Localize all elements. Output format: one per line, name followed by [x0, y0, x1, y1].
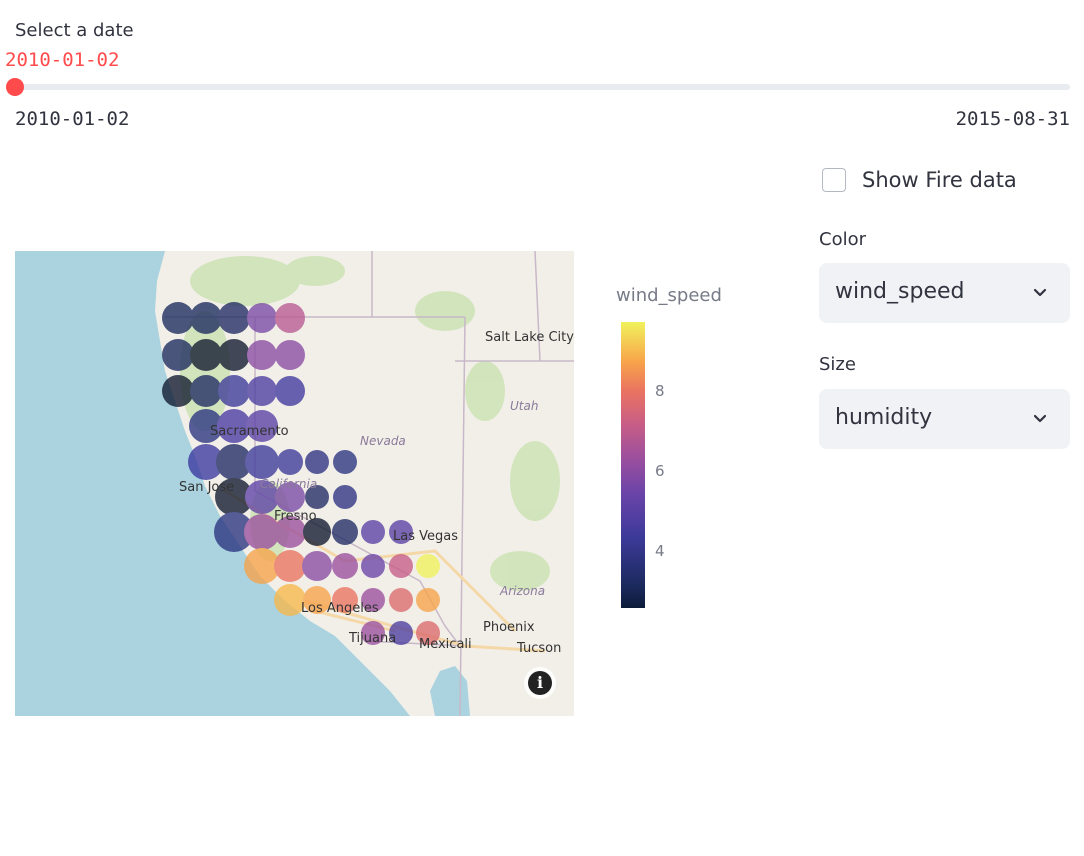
date-slider-thumb[interactable]	[6, 78, 24, 96]
data-bubble	[162, 339, 194, 371]
data-bubble	[361, 554, 385, 578]
label-utah: Utah	[510, 399, 538, 413]
label-tucson: Tucson	[516, 641, 561, 656]
data-bubble	[247, 303, 277, 333]
data-bubble	[416, 554, 440, 578]
data-bubble	[389, 588, 413, 612]
data-bubble	[162, 375, 194, 407]
colorbar-tick: 4	[655, 542, 665, 560]
size-select-label: Size	[819, 354, 856, 375]
color-select-value: wind_speed	[835, 279, 965, 304]
data-bubble	[305, 450, 329, 474]
data-bubble	[162, 302, 194, 334]
info-icon[interactable]: i	[528, 671, 552, 695]
label-nevada: Nevada	[360, 434, 406, 448]
data-bubble	[302, 551, 332, 581]
date-slider-label: Select a date	[15, 20, 134, 41]
data-bubble	[275, 340, 305, 370]
data-bubble	[332, 553, 358, 579]
date-slider-min: 2010-01-02	[15, 108, 130, 130]
date-slider-value: 2010-01-02	[5, 49, 120, 71]
label-phoenix: Phoenix	[483, 620, 535, 635]
label-sacramento: Sacramento	[210, 424, 289, 439]
show-fire-data-row[interactable]: Show Fire data	[822, 168, 1017, 192]
label-los-angeles: Los Angeles	[301, 601, 379, 616]
colorbar-title: wind_speed	[616, 285, 722, 306]
color-select[interactable]: wind_speed	[819, 263, 1070, 323]
show-fire-data-checkbox[interactable]	[822, 168, 846, 192]
data-bubble	[332, 519, 358, 545]
data-bubble	[218, 375, 250, 407]
data-bubble	[274, 550, 306, 582]
data-bubble	[218, 302, 250, 334]
show-fire-data-label: Show Fire data	[862, 168, 1017, 192]
colorbar	[621, 322, 645, 608]
map-canvas: Salt Lake City Utah Nevada Sacramento Sa…	[155, 251, 574, 716]
data-bubble	[190, 302, 222, 334]
data-bubble	[277, 449, 303, 475]
data-bubble	[361, 520, 385, 544]
colorbar-tick: 6	[655, 462, 665, 480]
label-salt-lake: Salt Lake City	[485, 330, 574, 345]
label-california: California	[260, 477, 317, 491]
date-slider-max: 2015-08-31	[955, 108, 1070, 130]
chevron-down-icon	[1033, 288, 1047, 297]
data-bubble	[389, 554, 413, 578]
data-bubble	[218, 339, 250, 371]
size-select-value: humidity	[835, 405, 933, 430]
data-bubble	[190, 339, 222, 371]
bubble-map[interactable]: Salt Lake City Utah Nevada Sacramento Sa…	[15, 251, 574, 716]
data-bubble	[416, 588, 440, 612]
label-tijuana: Tijuana	[348, 631, 396, 646]
label-las-vegas: Las Vegas	[393, 529, 458, 544]
data-bubble	[245, 445, 279, 479]
data-bubble	[247, 376, 277, 406]
chevron-down-icon	[1033, 414, 1047, 423]
data-bubble	[275, 376, 305, 406]
color-select-label: Color	[819, 229, 866, 250]
label-fresno: Fresno	[274, 509, 317, 524]
label-arizona: Arizona	[499, 584, 545, 598]
label-mexicali: Mexicali	[419, 637, 472, 652]
data-bubble	[275, 303, 305, 333]
data-bubble	[333, 485, 357, 509]
label-san-jose: San Jose	[179, 480, 234, 495]
date-slider-track[interactable]	[15, 84, 1070, 90]
colorbar-tick: 8	[655, 382, 665, 400]
data-bubble	[190, 375, 222, 407]
data-bubble	[247, 340, 277, 370]
data-bubble	[333, 450, 357, 474]
size-select[interactable]: humidity	[819, 389, 1070, 449]
